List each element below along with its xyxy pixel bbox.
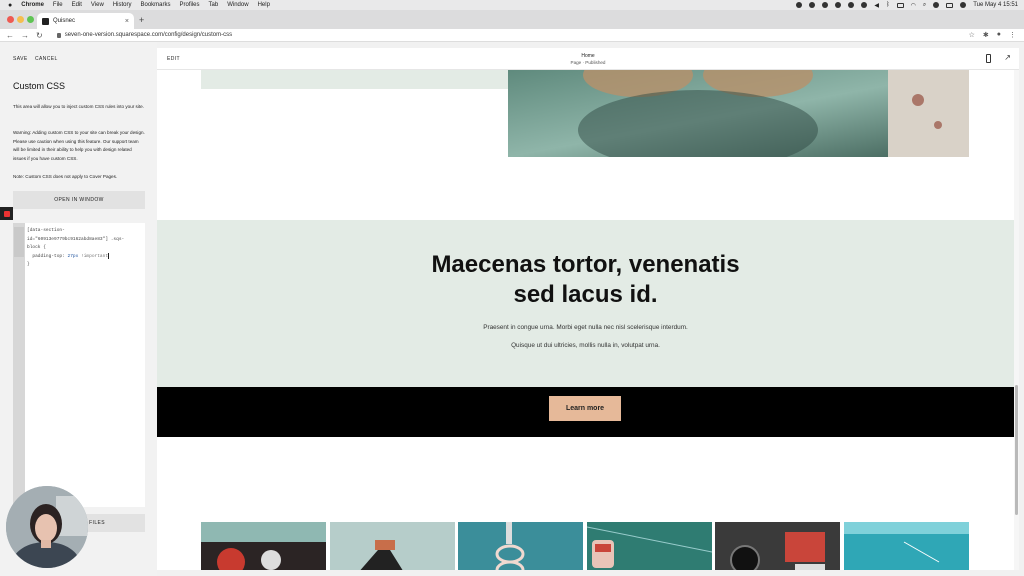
webcam-overlay: [6, 486, 88, 568]
text-cursor: [108, 252, 110, 259]
preview-scrollbar[interactable]: [1014, 70, 1019, 570]
gallery-image-pool[interactable]: [844, 522, 969, 570]
browser-tab[interactable]: Quisnec ×: [37, 13, 134, 29]
code-line-4: padding-top: 27px !important: [27, 252, 143, 262]
code-line-5: }: [27, 262, 30, 268]
heading-line-1: Maecenas tortor, venenatis: [431, 251, 740, 278]
editor-gutter: [13, 223, 25, 507]
menu-window[interactable]: Window: [227, 2, 248, 8]
bluetooth-icon[interactable]: ᛒ: [886, 2, 890, 8]
section-heading: Maecenas tortor, venenatis sed lacus id.: [157, 250, 1014, 310]
tab-title: Quisnec: [53, 18, 76, 24]
browser-tab-strip: Quisnec × +: [0, 10, 1024, 29]
bookmark-star-icon[interactable]: ☆: [969, 31, 975, 39]
gallery-image-hand[interactable]: [330, 522, 455, 570]
expand-preview-icon[interactable]: ↗: [1004, 53, 1011, 62]
menu-profiles[interactable]: Profiles: [180, 2, 200, 8]
code-property: padding-top:: [27, 253, 68, 259]
panel-title: Custom CSS: [13, 81, 66, 91]
code-important: !important: [78, 253, 109, 259]
url-text: seven-one-version.squarespace.com/config…: [64, 32, 233, 38]
search-icon[interactable]: ⌕: [923, 2, 926, 9]
address-bar[interactable]: seven-one-version.squarespace.com/config…: [56, 32, 233, 38]
learn-more-button[interactable]: Learn more: [549, 396, 621, 421]
cta-band: Learn more: [157, 387, 1014, 437]
menu-tab[interactable]: Tab: [209, 2, 219, 8]
minimize-window-icon[interactable]: [17, 16, 24, 23]
panel-warning: Warning: Adding custom CSS to your site …: [13, 130, 145, 161]
close-window-icon[interactable]: [7, 16, 14, 23]
tray-app-icon[interactable]: [796, 2, 803, 8]
open-in-window-button[interactable]: OPEN IN WINDOW: [13, 191, 145, 209]
gallery-image-speaker[interactable]: [715, 522, 840, 570]
new-tab-icon[interactable]: +: [139, 15, 144, 25]
cancel-button[interactable]: CANCEL: [35, 56, 58, 62]
zoom-window-icon[interactable]: [27, 16, 34, 23]
menu-file[interactable]: File: [53, 2, 63, 8]
more-menu-icon[interactable]: ⋮: [1009, 31, 1016, 39]
close-tab-icon[interactable]: ×: [125, 18, 129, 25]
macos-menubar: ● Chrome File Edit View History Bookmark…: [0, 0, 1024, 10]
site-preview[interactable]: Maecenas tortor, venenatis sed lacus id.…: [157, 70, 1014, 570]
recording-tab-icon[interactable]: [0, 207, 13, 220]
tray-record-icon[interactable]: [809, 2, 816, 8]
profile-avatar-icon[interactable]: ●: [997, 31, 1001, 39]
menu-app-name[interactable]: Chrome: [21, 2, 44, 8]
menubar-clock[interactable]: Tue May 4 15:51: [973, 2, 1018, 8]
css-code-editor[interactable]: [data-section- id="60913e9779bc9162abd8a…: [13, 223, 145, 507]
squarespace-favicon-icon: [42, 17, 49, 25]
gallery-image-cable-car[interactable]: [587, 522, 712, 570]
tray-cloud-icon[interactable]: [835, 2, 842, 8]
page-name: Home: [581, 53, 595, 59]
code-line-2: id="60913e9779bc9162abd8ae83"] .sqs-: [27, 236, 125, 242]
code-text[interactable]: [data-section- id="60913e9779bc9162abd8a…: [27, 227, 143, 270]
menu-history[interactable]: History: [113, 2, 132, 8]
lock-icon: [56, 32, 61, 38]
page-status: Page · Published: [570, 60, 606, 65]
code-line-1: [data-section-: [27, 228, 65, 233]
tray-play-icon[interactable]: [861, 2, 868, 8]
hero-section: Maecenas tortor, venenatis sed lacus id.…: [157, 220, 1014, 387]
gallery-image-car-dashboard[interactable]: [201, 522, 326, 570]
control-center-icon[interactable]: [946, 2, 954, 8]
hero-image: [508, 70, 969, 157]
tray-shield-icon[interactable]: [848, 2, 855, 8]
scroll-thumb[interactable]: [1015, 385, 1018, 515]
panel-note: Note: Custom CSS does not apply to Cover…: [13, 174, 118, 179]
section-paragraph-1: Praesent in congue urna. Morbi eget null…: [483, 324, 688, 331]
volume-icon[interactable]: ◀: [874, 2, 879, 9]
save-button[interactable]: SAVE: [13, 56, 28, 62]
panel-intro: This area will allow you to inject custo…: [13, 104, 144, 109]
apple-icon[interactable]: ●: [8, 2, 12, 9]
code-value: 27px: [67, 253, 79, 259]
preview-header: EDIT Home Page · Published ↗: [157, 48, 1019, 70]
code-line-3: block {: [27, 245, 46, 250]
wifi-icon[interactable]: ◠: [911, 2, 916, 9]
menu-edit[interactable]: Edit: [72, 2, 82, 8]
mobile-preview-icon[interactable]: [986, 54, 991, 63]
heading-line-2: sed lacus id.: [513, 281, 658, 308]
menu-help[interactable]: Help: [258, 2, 270, 8]
forward-arrow-icon[interactable]: →: [21, 31, 29, 40]
menu-bookmarks[interactable]: Bookmarks: [141, 2, 171, 8]
reload-icon[interactable]: ↻: [36, 31, 43, 40]
back-arrow-icon[interactable]: ←: [6, 31, 14, 40]
extensions-puzzle-icon[interactable]: ✱: [983, 31, 989, 39]
gallery-image-sign[interactable]: [458, 522, 583, 570]
user-icon[interactable]: [933, 2, 940, 8]
siri-icon[interactable]: [960, 2, 967, 8]
menu-view[interactable]: View: [91, 2, 104, 8]
battery-icon[interactable]: [896, 2, 904, 8]
section-paragraph-2: Quisque ut dui ultricies, mollis nulla i…: [511, 342, 660, 349]
tray-sync-icon[interactable]: [822, 2, 829, 8]
browser-toolbar: ← → ↻ seven-one-version.squarespace.com/…: [0, 29, 1024, 42]
